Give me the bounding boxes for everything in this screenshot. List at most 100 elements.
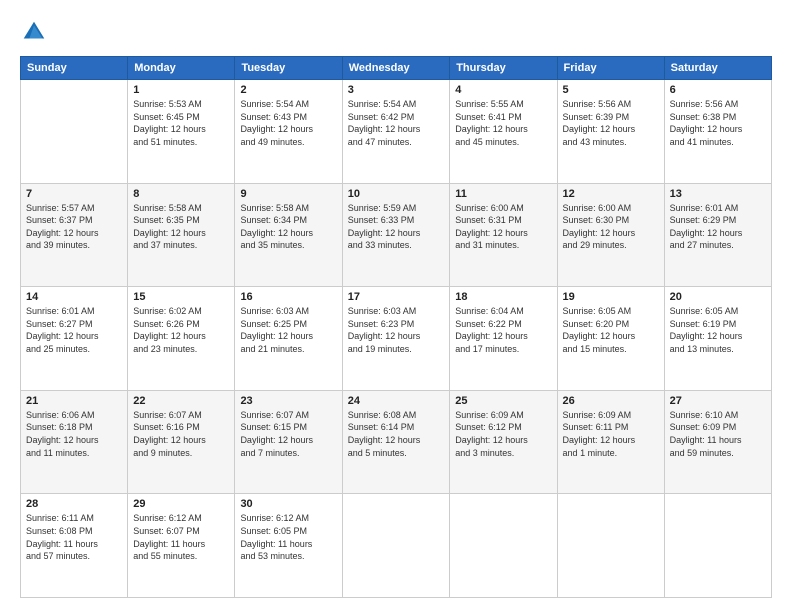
day-cell: 1Sunrise: 5:53 AM Sunset: 6:45 PM Daylig…	[128, 80, 235, 184]
day-info: Sunrise: 5:58 AM Sunset: 6:35 PM Dayligh…	[133, 202, 229, 252]
day-number: 12	[563, 188, 659, 200]
day-number: 18	[455, 291, 551, 303]
day-number: 5	[563, 84, 659, 96]
day-number: 23	[240, 395, 336, 407]
day-cell: 24 Sunrise: 6:08 AM Sunset: 6:14 PM Dayli…	[342, 390, 450, 494]
day-number: 6	[670, 84, 766, 96]
day-cell: 9 Sunrise: 5:58 AM Sunset: 6:34 PM Daylig…	[235, 183, 342, 287]
day-cell: 12 Sunrise: 6:00 AM Sunset: 6:30 PM Dayli…	[557, 183, 664, 287]
calendar: SundayMondayTuesdayWednesdayThursdayFrid…	[20, 56, 772, 598]
day-info: Sunrise: 6:07 AM Sunset: 6:16 PM Dayligh…	[133, 409, 229, 459]
day-cell: 27 Sunrise: 6:10 AM Sunset: 6:09 PM Dayli…	[664, 390, 771, 494]
day-cell: 25 Sunrise: 6:09 AM Sunset: 6:12 PM Dayli…	[450, 390, 557, 494]
day-info: Sunrise: 5:56 AM Sunset: 6:38 PM Dayligh…	[670, 98, 766, 148]
col-header-friday: Friday	[557, 57, 664, 80]
day-info: Sunrise: 5:57 AM Sunset: 6:37 PM Dayligh…	[26, 202, 122, 252]
day-number: 14	[26, 291, 122, 303]
day-cell: 30 Sunrise: 6:12 AM Sunset: 6:05 PM Dayli…	[235, 494, 342, 598]
day-cell: 5 Sunrise: 5:56 AM Sunset: 6:39 PM Daylig…	[557, 80, 664, 184]
day-info: Sunrise: 6:07 AM Sunset: 6:15 PM Dayligh…	[240, 409, 336, 459]
day-cell: 26Sunrise: 6:09 AM Sunset: 6:11 PM Dayli…	[557, 390, 664, 494]
day-number: 26	[563, 395, 659, 407]
calendar-body: 1Sunrise: 5:53 AM Sunset: 6:45 PM Daylig…	[21, 80, 772, 598]
day-number: 9	[240, 188, 336, 200]
day-number: 24	[348, 395, 445, 407]
day-number: 19	[563, 291, 659, 303]
day-info: Sunrise: 6:00 AM Sunset: 6:31 PM Dayligh…	[455, 202, 551, 252]
day-cell	[21, 80, 128, 184]
week-row-4: 28 Sunrise: 6:11 AM Sunset: 6:08 PM Dayli…	[21, 494, 772, 598]
day-number: 29	[133, 498, 229, 510]
day-number: 3	[348, 84, 445, 96]
week-row-1: 7 Sunrise: 5:57 AM Sunset: 6:37 PM Daylig…	[21, 183, 772, 287]
header	[20, 18, 772, 46]
day-info: Sunrise: 6:12 AM Sunset: 6:05 PM Dayligh…	[240, 512, 336, 562]
day-info: Sunrise: 6:04 AM Sunset: 6:22 PM Dayligh…	[455, 305, 551, 355]
day-cell: 17 Sunrise: 6:03 AM Sunset: 6:23 PM Dayli…	[342, 287, 450, 391]
day-info: Sunrise: 6:03 AM Sunset: 6:25 PM Dayligh…	[240, 305, 336, 355]
day-number: 28	[26, 498, 122, 510]
day-info: Sunrise: 6:01 AM Sunset: 6:29 PM Dayligh…	[670, 202, 766, 252]
day-cell: 3 Sunrise: 5:54 AM Sunset: 6:42 PM Daylig…	[342, 80, 450, 184]
day-info: Sunrise: 5:56 AM Sunset: 6:39 PM Dayligh…	[563, 98, 659, 148]
col-header-wednesday: Wednesday	[342, 57, 450, 80]
logo-icon	[20, 18, 48, 46]
day-cell: 6 Sunrise: 5:56 AM Sunset: 6:38 PM Daylig…	[664, 80, 771, 184]
day-cell: 19 Sunrise: 6:05 AM Sunset: 6:20 PM Dayli…	[557, 287, 664, 391]
week-row-0: 1Sunrise: 5:53 AM Sunset: 6:45 PM Daylig…	[21, 80, 772, 184]
day-info: Sunrise: 5:53 AM Sunset: 6:45 PM Dayligh…	[133, 98, 229, 148]
day-info: Sunrise: 5:59 AM Sunset: 6:33 PM Dayligh…	[348, 202, 445, 252]
day-number: 4	[455, 84, 551, 96]
day-info: Sunrise: 6:10 AM Sunset: 6:09 PM Dayligh…	[670, 409, 766, 459]
day-cell	[557, 494, 664, 598]
day-number: 27	[670, 395, 766, 407]
day-number: 17	[348, 291, 445, 303]
day-cell: 21Sunrise: 6:06 AM Sunset: 6:18 PM Dayli…	[21, 390, 128, 494]
header-row: SundayMondayTuesdayWednesdayThursdayFrid…	[21, 57, 772, 80]
day-cell: 14 Sunrise: 6:01 AM Sunset: 6:27 PM Dayli…	[21, 287, 128, 391]
day-number: 30	[240, 498, 336, 510]
day-number: 11	[455, 188, 551, 200]
day-number: 10	[348, 188, 445, 200]
day-number: 22	[133, 395, 229, 407]
day-info: Sunrise: 6:05 AM Sunset: 6:19 PM Dayligh…	[670, 305, 766, 355]
day-info: Sunrise: 6:00 AM Sunset: 6:30 PM Dayligh…	[563, 202, 659, 252]
day-info: Sunrise: 6:01 AM Sunset: 6:27 PM Dayligh…	[26, 305, 122, 355]
day-info: Sunrise: 6:11 AM Sunset: 6:08 PM Dayligh…	[26, 512, 122, 562]
col-header-sunday: Sunday	[21, 57, 128, 80]
col-header-monday: Monday	[128, 57, 235, 80]
day-info: Sunrise: 5:58 AM Sunset: 6:34 PM Dayligh…	[240, 202, 336, 252]
day-info: Sunrise: 6:02 AM Sunset: 6:26 PM Dayligh…	[133, 305, 229, 355]
day-number: 13	[670, 188, 766, 200]
calendar-header: SundayMondayTuesdayWednesdayThursdayFrid…	[21, 57, 772, 80]
week-row-2: 14 Sunrise: 6:01 AM Sunset: 6:27 PM Dayli…	[21, 287, 772, 391]
col-header-saturday: Saturday	[664, 57, 771, 80]
day-info: Sunrise: 6:03 AM Sunset: 6:23 PM Dayligh…	[348, 305, 445, 355]
day-info: Sunrise: 6:06 AM Sunset: 6:18 PM Dayligh…	[26, 409, 122, 459]
day-info: Sunrise: 6:08 AM Sunset: 6:14 PM Dayligh…	[348, 409, 445, 459]
day-cell: 22 Sunrise: 6:07 AM Sunset: 6:16 PM Dayli…	[128, 390, 235, 494]
day-info: Sunrise: 6:05 AM Sunset: 6:20 PM Dayligh…	[563, 305, 659, 355]
day-number: 16	[240, 291, 336, 303]
day-info: Sunrise: 5:55 AM Sunset: 6:41 PM Dayligh…	[455, 98, 551, 148]
day-number: 2	[240, 84, 336, 96]
logo	[20, 18, 52, 46]
day-info: Sunrise: 6:09 AM Sunset: 6:12 PM Dayligh…	[455, 409, 551, 459]
week-row-3: 21Sunrise: 6:06 AM Sunset: 6:18 PM Dayli…	[21, 390, 772, 494]
day-cell: 4 Sunrise: 5:55 AM Sunset: 6:41 PM Daylig…	[450, 80, 557, 184]
day-cell: 16 Sunrise: 6:03 AM Sunset: 6:25 PM Dayli…	[235, 287, 342, 391]
col-header-tuesday: Tuesday	[235, 57, 342, 80]
day-cell: 11 Sunrise: 6:00 AM Sunset: 6:31 PM Dayli…	[450, 183, 557, 287]
day-cell	[450, 494, 557, 598]
day-number: 20	[670, 291, 766, 303]
day-number: 25	[455, 395, 551, 407]
day-number: 8	[133, 188, 229, 200]
day-number: 7	[26, 188, 122, 200]
day-info: Sunrise: 6:12 AM Sunset: 6:07 PM Dayligh…	[133, 512, 229, 562]
day-cell: 20 Sunrise: 6:05 AM Sunset: 6:19 PM Dayli…	[664, 287, 771, 391]
day-info: Sunrise: 5:54 AM Sunset: 6:42 PM Dayligh…	[348, 98, 445, 148]
day-cell: 15Sunrise: 6:02 AM Sunset: 6:26 PM Dayli…	[128, 287, 235, 391]
day-cell: 2Sunrise: 5:54 AM Sunset: 6:43 PM Daylig…	[235, 80, 342, 184]
day-cell: 29 Sunrise: 6:12 AM Sunset: 6:07 PM Dayli…	[128, 494, 235, 598]
col-header-thursday: Thursday	[450, 57, 557, 80]
